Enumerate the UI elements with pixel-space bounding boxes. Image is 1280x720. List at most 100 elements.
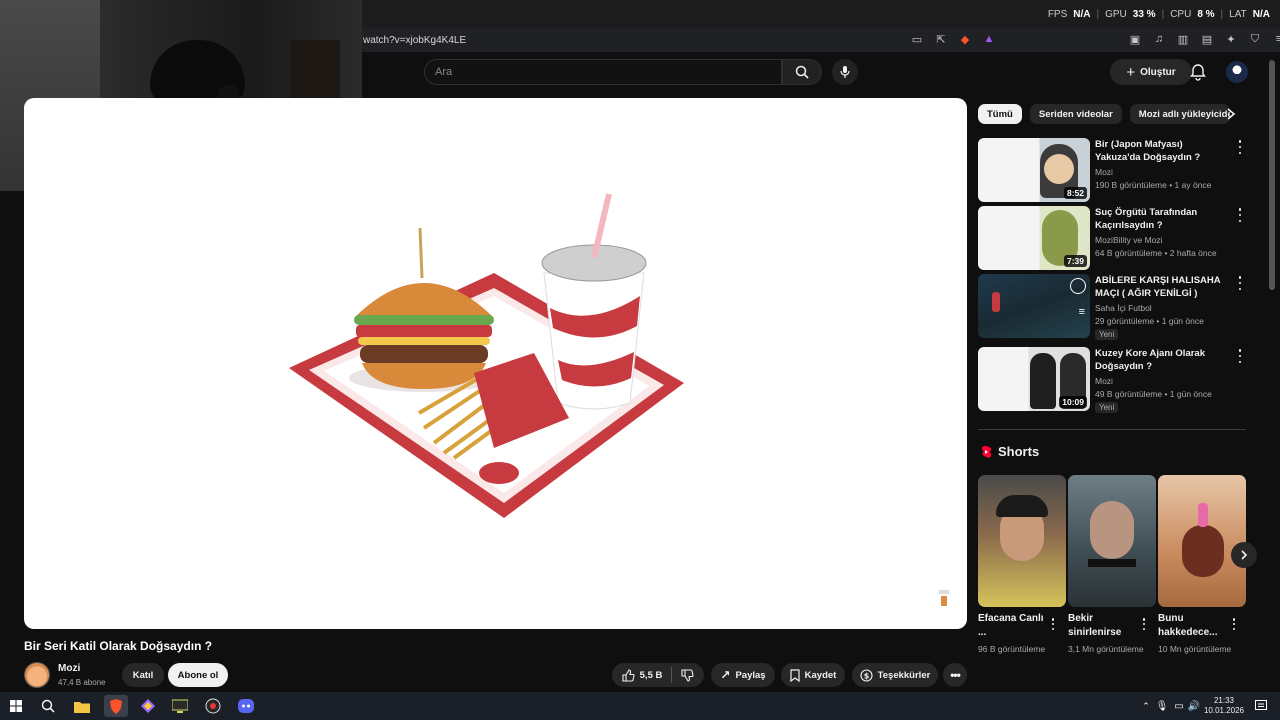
like-button[interactable]: 5,5 B	[622, 668, 662, 682]
fps-label: FPS	[1047, 9, 1068, 20]
clock-date: 10.01.2026	[1203, 706, 1245, 715]
address-bar-actions: ▭ ⇱ ◆ ▲	[910, 32, 996, 46]
share-page-icon[interactable]: ⇱	[934, 32, 948, 46]
more-vertical-icon[interactable]	[1230, 618, 1238, 630]
more-vertical-icon[interactable]	[1236, 208, 1244, 222]
notifications-bell-icon[interactable]	[1188, 62, 1208, 82]
channel-name[interactable]: Mozi	[58, 663, 80, 674]
channel-watermark-icon[interactable]	[936, 586, 952, 608]
chip-all[interactable]: Tümü	[978, 104, 1022, 124]
shorts-heading: Shorts	[980, 444, 1039, 459]
perf-readout: FPS N/A | GPU 33 % | CPU 8 % | LAT N/A	[1048, 9, 1270, 20]
recommendation-title[interactable]: Suç Örgütü Tarafından Kaçırılsaydın ?	[1095, 206, 1227, 232]
cast-icon[interactable]: ▭	[910, 32, 924, 46]
address-bar[interactable]: watch?v=xjobKg4K4LE ▭ ⇱ ◆ ▲ ▣ ♫ ▥ ▤ ✦ ⛉ …	[362, 28, 1280, 52]
short-title[interactable]: Bunu hakkedece...	[1158, 612, 1230, 640]
thanks-button[interactable]: $ Teşekkürler	[852, 663, 938, 687]
discord-icon[interactable]	[237, 697, 255, 715]
screenshot-icon[interactable]: ▣	[1128, 32, 1142, 46]
share-button[interactable]: ↗ Paylaş	[711, 663, 775, 687]
recommendation-item[interactable]: 10:09 Kuzey Kore Ajanı Olarak Doğsaydın …	[978, 347, 1248, 413]
brave-rewards-icon[interactable]: ▲	[982, 32, 996, 46]
sidebar-icon[interactable]: ▥	[1176, 32, 1190, 46]
clock[interactable]: 21:33 10.01.2026	[1202, 696, 1246, 716]
channel-avatar[interactable]	[24, 662, 50, 688]
short-thumbnail[interactable]	[1068, 475, 1156, 607]
join-button[interactable]: Katıl	[122, 663, 164, 687]
video-duration: 8:52	[1063, 187, 1087, 199]
video-thumbnail[interactable]: 8:52	[978, 138, 1090, 202]
gpu-value: 33 %	[1132, 9, 1156, 20]
chip-series[interactable]: Seriden videolar	[1029, 104, 1122, 124]
thanks-label: Teşekkürler	[877, 669, 931, 681]
taskbar-search-icon[interactable]	[39, 697, 57, 715]
app-icon-colorful[interactable]	[139, 697, 157, 715]
short-views: 96 B görüntüleme	[978, 644, 1046, 654]
subscribe-button[interactable]: Abone ol	[168, 663, 228, 687]
thumbs-down-icon[interactable]	[681, 668, 694, 682]
lat-label: LAT	[1229, 9, 1247, 20]
video-thumbnail[interactable]: 10:09	[978, 347, 1090, 411]
short-title[interactable]: Efacana Canlı ...	[978, 612, 1050, 640]
create-button[interactable]: + Oluştur	[1110, 59, 1192, 85]
share-label: Paylaş	[735, 669, 766, 681]
short-thumbnail[interactable]	[978, 475, 1066, 607]
search-input[interactable]: Ara	[424, 59, 782, 85]
subscriber-count: 47,4 B abone	[58, 678, 106, 687]
notifications-icon[interactable]	[1252, 697, 1270, 715]
more-vertical-icon[interactable]	[1236, 276, 1244, 290]
toolbar-icons: ▣ ♫ ▥ ▤ ✦ ⛉ ≡	[1128, 32, 1280, 46]
recommendation-meta: 190 B görüntüleme • 1 ay önce	[1095, 180, 1212, 190]
page-scrollbar[interactable]	[1269, 60, 1275, 290]
recommendation-title[interactable]: Kuzey Kore Ajanı Olarak Doğsaydın ?	[1095, 347, 1227, 373]
recommendation-channel[interactable]: Mozi	[1095, 376, 1113, 386]
menu-icon[interactable]: ≡	[1272, 32, 1280, 46]
more-vertical-icon[interactable]	[1236, 140, 1244, 154]
media-icon[interactable]: ♫	[1152, 32, 1166, 46]
more-actions-button[interactable]: •••	[943, 663, 967, 687]
video-player[interactable]	[24, 98, 967, 629]
save-button[interactable]: Kaydet	[781, 663, 845, 687]
leo-ai-icon[interactable]: ✦	[1224, 32, 1238, 46]
brave-shield-icon[interactable]: ◆	[958, 32, 972, 46]
app-icon-record[interactable]	[204, 697, 222, 715]
windows-start-icon[interactable]	[7, 697, 25, 715]
video-duration: 10:09	[1059, 396, 1087, 408]
short-thumbnail[interactable]	[1158, 475, 1246, 607]
recommendation-channel[interactable]: Saha İçi Futbol	[1095, 303, 1152, 313]
short-views: 3,1 Mn görüntüleme	[1068, 644, 1144, 654]
more-vertical-icon[interactable]	[1140, 618, 1148, 630]
watch-later-icon[interactable]	[1070, 278, 1086, 294]
url-text[interactable]: watch?v=xjobKg4K4LE	[363, 35, 466, 46]
volume-icon[interactable]: 🔊	[1185, 697, 1203, 715]
microphone-tray-icon[interactable]: 🎙	[1153, 697, 1171, 715]
brave-browser-icon[interactable]	[104, 695, 128, 717]
gpu-label: GPU	[1105, 9, 1127, 20]
recommendation-title[interactable]: ABİLERE KARŞI HALISAHA MAÇI ( AĞIR YENİL…	[1095, 274, 1227, 300]
recommendation-item[interactable]: 7:39 Suç Örgütü Tarafından Kaçırılsaydın…	[978, 206, 1248, 270]
short-title[interactable]: Bekir sinirlenirse	[1068, 612, 1140, 640]
more-vertical-icon[interactable]	[1049, 618, 1057, 630]
recommendation-title[interactable]: Bir (Japon Mafyası) Yakuza'da Doğsaydın …	[1095, 138, 1227, 164]
add-to-queue-icon[interactable]: ≡	[1079, 306, 1085, 318]
recommendation-channel[interactable]: Mozi	[1095, 167, 1113, 177]
app-icon-monitor[interactable]	[171, 697, 189, 715]
recommendation-item[interactable]: 8:52 Bir (Japon Mafyası) Yakuza'da Doğsa…	[978, 138, 1248, 202]
shorts-next-button[interactable]	[1231, 542, 1257, 568]
account-avatar[interactable]	[1226, 61, 1248, 83]
video-thumbnail[interactable]: ≡	[978, 274, 1090, 338]
voice-search-button[interactable]	[832, 59, 858, 85]
recommendation-channel[interactable]: MoziBility ve Mozi	[1095, 235, 1163, 245]
search-button[interactable]	[782, 59, 822, 85]
video-duration: 7:39	[1063, 255, 1087, 267]
like-dislike-group: 5,5 B	[612, 663, 704, 687]
video-thumbnail[interactable]: 7:39	[978, 206, 1090, 270]
wallet-icon[interactable]: ▤	[1200, 32, 1214, 46]
chip-from-uploader[interactable]: Mozi adlı yükleyiciden	[1129, 104, 1230, 124]
chevron-right-icon[interactable]	[1224, 106, 1238, 122]
recommendation-item[interactable]: ≡ ABİLERE KARŞI HALISAHA MAÇI ( AĞIR YEN…	[978, 274, 1248, 340]
clock-time: 21:33	[1213, 696, 1235, 705]
file-explorer-icon[interactable]	[73, 697, 91, 715]
more-vertical-icon[interactable]	[1236, 349, 1244, 363]
vpn-icon[interactable]: ⛉	[1248, 32, 1262, 46]
